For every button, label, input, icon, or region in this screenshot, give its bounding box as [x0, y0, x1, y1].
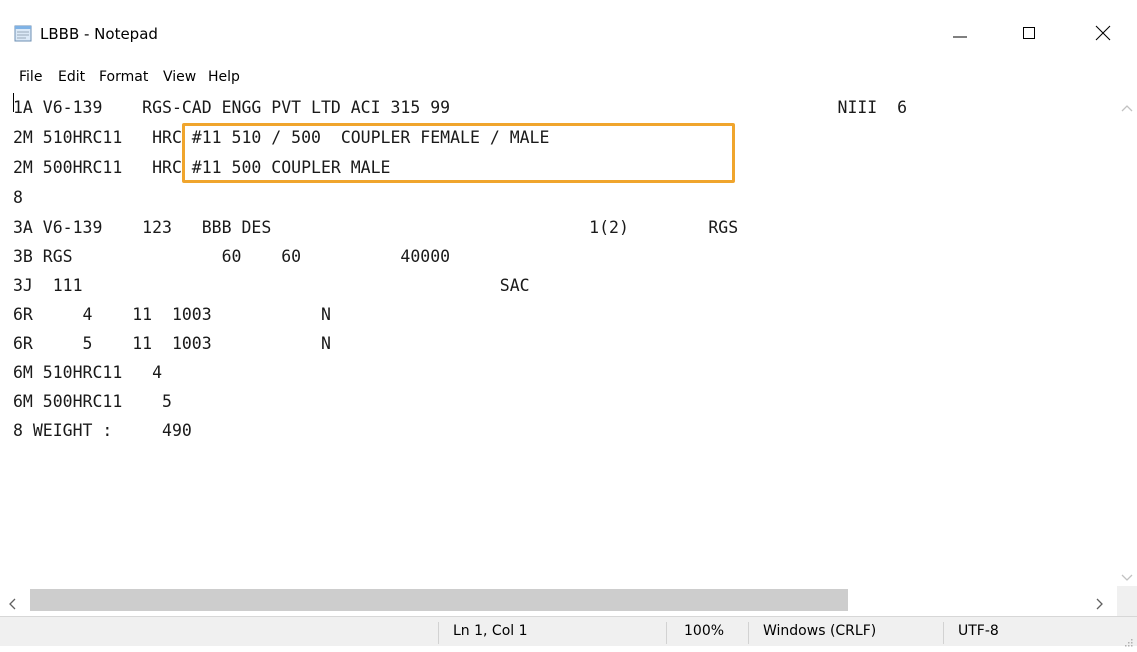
- status-encoding: UTF-8: [958, 623, 999, 639]
- text-caret: [13, 93, 14, 112]
- highlight-box: [182, 123, 735, 183]
- menu-bar: File Edit Format View Help: [0, 66, 1137, 88]
- menu-view[interactable]: View: [163, 66, 196, 88]
- notepad-icon: [14, 25, 32, 42]
- horizontal-scroll-thumb[interactable]: [30, 589, 848, 611]
- resize-grip-icon[interactable]: [1124, 633, 1134, 652]
- menu-format[interactable]: Format: [99, 66, 148, 88]
- editor-line: 3B RGS 60 60 40000: [13, 247, 451, 266]
- maximize-icon: [1022, 26, 1036, 40]
- vertical-scrollbar[interactable]: [1117, 89, 1137, 586]
- scroll-up-icon[interactable]: [1121, 97, 1133, 116]
- window-title: LBBB - Notepad: [40, 25, 158, 43]
- editor-line: 3A V6-139 123 BBB DES 1(2) RGS: [13, 218, 739, 237]
- status-zoom: 100%: [684, 623, 725, 639]
- editor-line: 8: [13, 188, 23, 207]
- editor-line: 6M 500HRC11 5: [13, 392, 172, 411]
- editor-line: 6R 4 11 1003 N: [13, 305, 331, 324]
- status-divider: [438, 622, 439, 644]
- editor-line: 1A V6-139 RGS-CAD ENGG PVT LTD ACI 315 9…: [13, 98, 908, 117]
- close-icon: [1095, 25, 1111, 41]
- editor-line: 6R 5 11 1003 N: [13, 334, 331, 353]
- status-divider: [666, 622, 667, 644]
- notepad-window: LBBB - Notepad File Edit Format View Hel…: [0, 0, 1137, 647]
- maximize-button[interactable]: [999, 8, 1059, 58]
- menu-file[interactable]: File: [19, 66, 42, 88]
- title-bar[interactable]: LBBB - Notepad: [0, 0, 1137, 66]
- editor-line: 3J 111 SAC: [13, 276, 530, 295]
- scrollbar-corner: [1117, 586, 1137, 616]
- minimize-icon: [953, 26, 967, 40]
- scroll-right-icon[interactable]: [1096, 595, 1104, 614]
- scroll-left-icon[interactable]: [8, 595, 16, 614]
- status-divider: [748, 622, 749, 644]
- minimize-button[interactable]: [930, 8, 990, 58]
- status-cursor-position: Ln 1, Col 1: [453, 623, 528, 639]
- menu-help[interactable]: Help: [208, 66, 240, 88]
- close-button[interactable]: [1073, 8, 1133, 58]
- menu-edit[interactable]: Edit: [58, 66, 85, 88]
- editor-line: 8 WEIGHT : 490: [13, 421, 192, 440]
- scroll-down-icon[interactable]: [1121, 567, 1133, 586]
- status-line-ending: Windows (CRLF): [763, 623, 877, 639]
- editor-line: 6M 510HRC11 4: [13, 363, 163, 382]
- status-divider: [943, 622, 944, 644]
